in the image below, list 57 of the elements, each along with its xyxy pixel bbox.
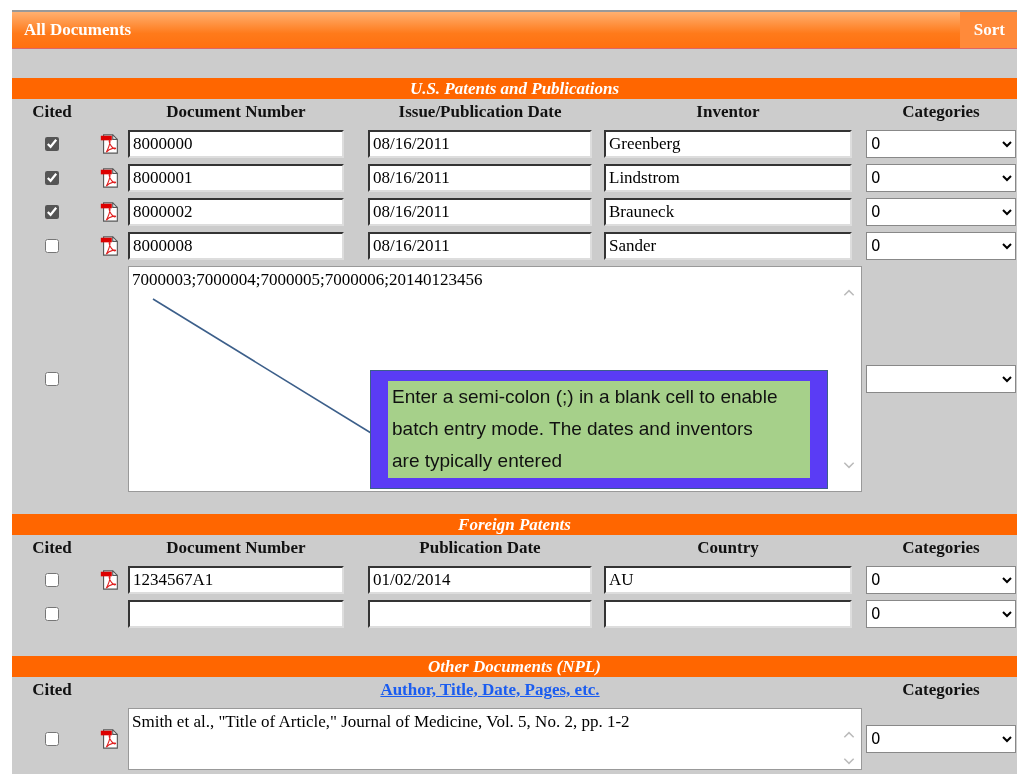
section-header: Foreign Patents [12, 514, 1017, 535]
pdf-icon[interactable] [99, 133, 121, 155]
column-header: Categories [901, 679, 981, 701]
text-field[interactable]: 01/02/2014 [368, 566, 592, 594]
category-dropdown[interactable]: 0 [866, 725, 1016, 753]
category-dropdown[interactable]: 0 [866, 232, 1016, 260]
section-header: Other Documents (NPL) [12, 656, 1017, 677]
pdf-icon[interactable] [99, 235, 121, 257]
text-field[interactable]: Sander [604, 232, 852, 260]
text-field[interactable]: 08/16/2011 [368, 164, 592, 192]
cited-checkbox[interactable] [45, 607, 59, 621]
column-header: Cited [31, 101, 73, 123]
cited-checkbox[interactable] [45, 732, 59, 746]
column-header: Publication Date [418, 537, 542, 559]
column-header: Document Number [165, 101, 307, 123]
text-field[interactable]: 8000002 [128, 198, 344, 226]
category-dropdown[interactable]: 0 [866, 198, 1016, 226]
text-field[interactable]: Brauneck [604, 198, 852, 226]
callout-text: Enter a semi-colon (;) in a blank cell to enable batch entry mode. The dates and inventors are typically entered [388, 381, 810, 478]
text-field[interactable]: 8000000 [128, 130, 344, 158]
text-field[interactable]: 1234567A1 [128, 566, 344, 594]
category-dropdown[interactable] [866, 365, 1016, 393]
text-field[interactable] [368, 600, 592, 628]
column-header: Cited [31, 537, 73, 559]
pdf-icon[interactable] [99, 569, 121, 591]
cited-checkbox[interactable] [45, 239, 59, 253]
column-header: Country [696, 537, 760, 559]
category-dropdown[interactable]: 0 [866, 130, 1016, 158]
column-header: Inventor [695, 101, 761, 123]
pdf-icon[interactable] [99, 201, 121, 223]
column-header: Categories [901, 537, 981, 559]
column-header: Categories [901, 101, 981, 123]
text-field[interactable]: 08/16/2011 [368, 198, 592, 226]
pdf-icon[interactable] [99, 728, 121, 750]
section-header: U.S. Patents and Publications [12, 78, 1017, 99]
text-field[interactable] [604, 600, 852, 628]
column-header: Cited [31, 679, 73, 701]
text-field[interactable]: AU [604, 566, 852, 594]
cited-checkbox[interactable] [45, 573, 59, 587]
text-field[interactable]: 08/16/2011 [368, 232, 592, 260]
cited-checkbox[interactable] [45, 372, 59, 386]
text-field[interactable]: 8000001 [128, 164, 344, 192]
category-dropdown[interactable]: 0 [866, 164, 1016, 192]
text-field[interactable]: 8000008 [128, 232, 344, 260]
column-header: Issue/Publication Date [397, 101, 563, 123]
cited-checkbox[interactable] [45, 205, 59, 219]
column-header: Document Number [165, 537, 307, 559]
text-field[interactable]: Lindstrom [604, 164, 852, 192]
text-field[interactable]: Greenberg [604, 130, 852, 158]
pdf-icon[interactable] [99, 167, 121, 189]
category-dropdown[interactable]: 0 [866, 566, 1016, 594]
category-dropdown[interactable]: 0 [866, 600, 1016, 628]
cited-checkbox[interactable] [45, 171, 59, 185]
text-field[interactable] [128, 600, 344, 628]
text-field[interactable]: 08/16/2011 [368, 130, 592, 158]
header-title: All Documents [23, 20, 132, 40]
cited-checkbox[interactable] [45, 137, 59, 151]
